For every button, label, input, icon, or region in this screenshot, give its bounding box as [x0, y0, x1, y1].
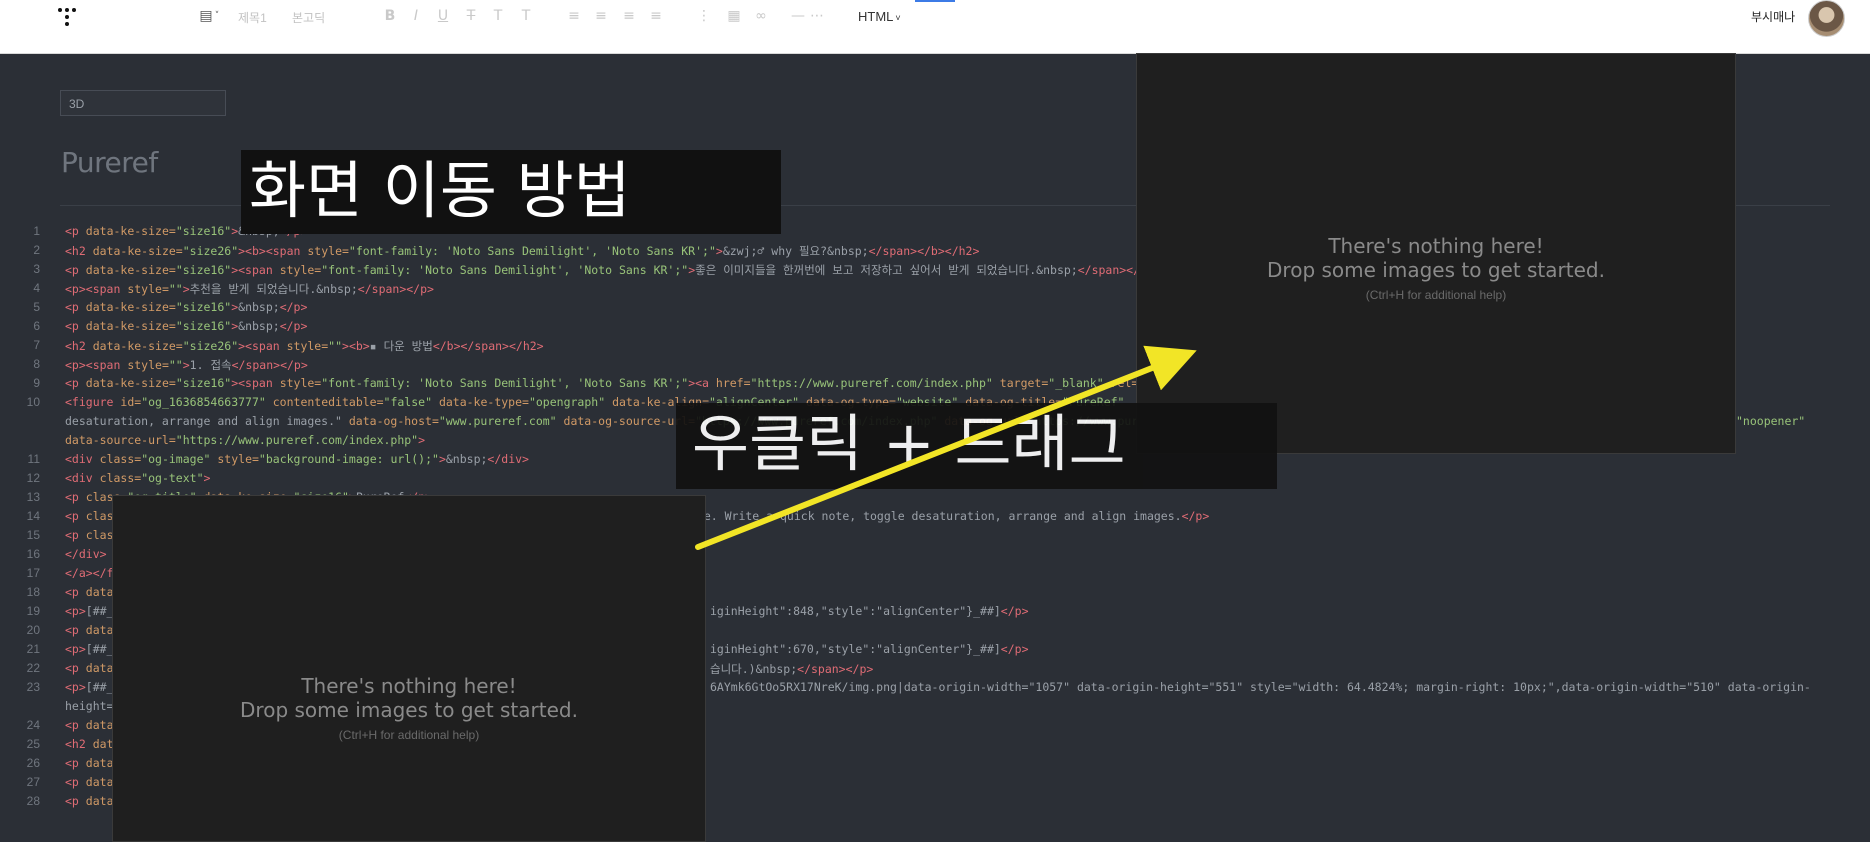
underline-icon[interactable]: U	[434, 7, 452, 25]
empty-message: There's nothing here!	[1328, 234, 1544, 258]
pureref-window-top[interactable]: There's nothing here! Drop some images t…	[1136, 53, 1736, 454]
line-number: 11	[27, 452, 40, 466]
line-number: 21	[26, 642, 40, 656]
more-icon[interactable]: ⋯	[808, 7, 826, 25]
text-color-icon[interactable]: T	[489, 7, 507, 25]
mode-select[interactable]: HTML ˅	[858, 8, 901, 26]
code-text[interactable]: <p data-ke-size="size16">&nbsp;</p>	[65, 319, 307, 333]
code-text-fragment[interactable]: iginHeight":848,"style":"alignCenter"}_#…	[710, 604, 1029, 618]
code-text[interactable]: </a></f	[65, 566, 113, 580]
line-number: 9	[33, 376, 40, 390]
line-number: 20	[26, 623, 40, 637]
editor-toolbar: ▤ ˅ 제목1 본고딕 B I U T T T ≡ ≡ ≡ ≡ ⋮ ▦ ∞ — …	[0, 0, 1870, 54]
line-number: 24	[26, 718, 40, 732]
line-number: 1	[33, 224, 40, 238]
line-number: 2	[33, 243, 40, 257]
line-number: 25	[26, 737, 40, 751]
code-text-fragment[interactable]: 습니다.)&nbsp;</span></p>	[710, 661, 873, 677]
category-select[interactable]: 3D	[60, 90, 226, 116]
italic-icon[interactable]: I	[407, 7, 425, 25]
line-number: 13	[26, 490, 40, 504]
table-icon[interactable]: ▦	[725, 7, 743, 25]
user-name[interactable]: 부시매나	[1751, 8, 1795, 26]
line-number: 19	[26, 604, 40, 618]
code-text[interactable]: <p data-ke-size="size16">&nbsp;</p>	[65, 300, 307, 314]
code-text[interactable]: <p>[##_	[65, 604, 113, 618]
line-number: 18	[26, 585, 40, 599]
code-text[interactable]: <p data	[65, 661, 114, 675]
empty-message: There's nothing here!	[301, 674, 517, 698]
empty-instruction: Drop some images to get started.	[1267, 258, 1605, 282]
code-text[interactable]: </div>	[65, 547, 107, 561]
code-text[interactable]: <p><span style="">1. 접속</span></p>	[65, 357, 308, 373]
align-left-icon[interactable]: ≡	[565, 7, 583, 25]
paragraph-style-select[interactable]: 제목1	[238, 8, 267, 28]
code-text[interactable]: <p data-ke-size="size16"><span style="fo…	[65, 262, 1154, 278]
line-number: 4	[33, 281, 40, 295]
code-text[interactable]: data-source-url="https://www.pureref.com…	[65, 433, 425, 447]
align-right-icon[interactable]: ≡	[620, 7, 638, 25]
align-justify-icon[interactable]: ≡	[647, 7, 665, 25]
active-indicator	[915, 0, 955, 2]
code-text[interactable]: <p data	[65, 623, 114, 637]
code-text[interactable]: <p>[##_	[65, 680, 113, 694]
chevron-down-icon[interactable]: ˅	[212, 7, 222, 25]
line-number: 6	[33, 319, 40, 333]
pureref-window-bottom[interactable]: There's nothing here! Drop some images t…	[112, 495, 706, 842]
line-number: 10	[26, 395, 40, 409]
tistory-logo[interactable]	[58, 4, 86, 32]
mode-label: HTML	[858, 9, 894, 24]
code-text[interactable]: <p data	[65, 775, 114, 789]
line-number: 28	[26, 794, 40, 808]
line-number: 23	[26, 680, 40, 694]
font-select[interactable]: 본고딕	[292, 8, 325, 28]
code-text[interactable]: height=	[65, 699, 113, 713]
text-bg-color-icon[interactable]: T	[517, 7, 535, 25]
empty-instruction: Drop some images to get started.	[240, 698, 578, 722]
line-number: 15	[26, 528, 40, 542]
line-number: 26	[26, 756, 40, 770]
line-number: 17	[26, 566, 40, 580]
line-number: 5	[33, 300, 40, 314]
line-number: 27	[26, 775, 40, 789]
code-text-fragment[interactable]: "noopener"	[1736, 414, 1805, 428]
code-text[interactable]: <div class="og-text">	[65, 471, 210, 485]
caption-drag-instruction: 우클릭 + 드래그	[676, 403, 1277, 489]
code-text[interactable]: <h2 data-ke-size="size26"><span style=""…	[65, 338, 544, 354]
code-text-fragment[interactable]: 6AYmk6GtOo5RX17NreK/img.png|data-origin-…	[710, 680, 1811, 694]
line-number: 16	[26, 547, 40, 561]
avatar[interactable]	[1808, 0, 1845, 37]
code-text[interactable]: <p>[##_	[65, 642, 113, 656]
line-number: 22	[26, 661, 40, 675]
code-text[interactable]: <p data	[65, 585, 114, 599]
help-hint: (Ctrl+H for additional help)	[1365, 288, 1507, 302]
line-number: 8	[33, 357, 40, 371]
code-text[interactable]: <div class="og-image" style="background-…	[65, 452, 529, 466]
code-text[interactable]: <p data-ke-size="size16"><span style="fo…	[65, 376, 1201, 390]
line-number: 14	[26, 509, 40, 523]
list-icon[interactable]: ⋮	[695, 7, 713, 25]
align-center-icon[interactable]: ≡	[592, 7, 610, 25]
code-text[interactable]: <p><span style="">추천을 받게 되었습니다.&nbsp;</s…	[65, 281, 434, 297]
code-text-fragment[interactable]: ble. Write a quick note, toggle desatura…	[690, 509, 1209, 523]
line-number: 7	[33, 338, 40, 352]
code-text[interactable]: <h2 data-ke-size="size26"><b><span style…	[65, 243, 979, 259]
caption-title: 화면 이동 방법	[241, 150, 781, 234]
chevron-down-icon: ˅	[895, 13, 901, 23]
line-number: 12	[26, 471, 40, 485]
code-text[interactable]: <p data	[65, 794, 114, 808]
post-title-input[interactable]: Pureref	[61, 146, 158, 179]
code-text-fragment[interactable]: iginHeight":670,"style":"alignCenter"}_#…	[710, 642, 1029, 656]
strikethrough-icon[interactable]: T	[462, 7, 480, 25]
code-text[interactable]: <p data	[65, 718, 114, 732]
code-text[interactable]: <p data	[65, 756, 114, 770]
divider-icon[interactable]: —	[789, 7, 807, 25]
line-number: 3	[33, 262, 40, 276]
help-hint: (Ctrl+H for additional help)	[338, 728, 480, 742]
link-icon[interactable]: ∞	[752, 7, 770, 25]
bold-icon[interactable]: B	[381, 7, 399, 25]
